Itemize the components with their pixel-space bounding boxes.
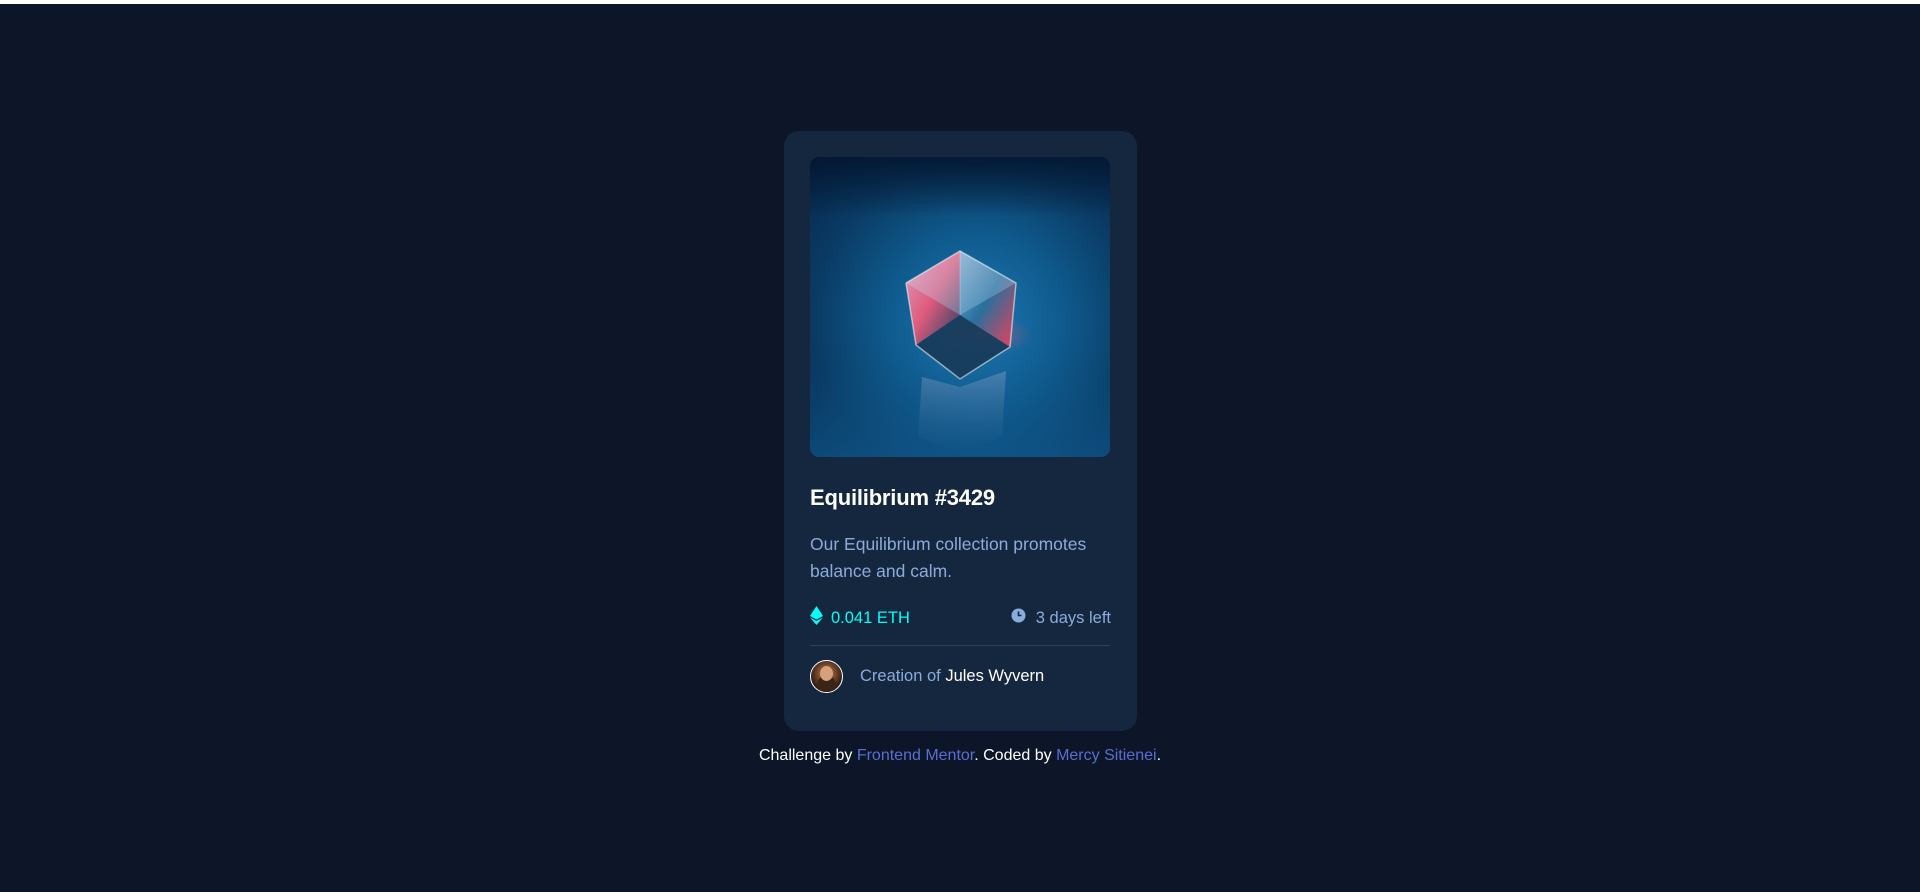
time-block: 3 days left: [1011, 608, 1111, 628]
top-border: [0, 0, 1920, 4]
nft-description: Our Equilibrium collection promotes bala…: [810, 534, 1087, 581]
price-value: 0.041 ETH: [831, 608, 910, 627]
nft-title[interactable]: Equilibrium #3429: [810, 485, 1111, 511]
creator-name[interactable]: Jules Wyvern: [945, 667, 1044, 685]
creator-text: Creation of Jules Wyvern: [860, 667, 1044, 686]
frontend-mentor-link[interactable]: Frontend Mentor: [857, 747, 974, 764]
author-link[interactable]: Mercy Sitienei: [1056, 747, 1156, 764]
avatar: [810, 660, 843, 693]
nft-card: Equilibrium #3429 Our Equilibrium collec…: [784, 131, 1137, 731]
stats-row: 0.041 ETH 3 days left: [810, 606, 1111, 630]
price-block: 0.041 ETH: [810, 606, 910, 630]
attribution-prefix: Challenge by: [758, 747, 853, 764]
cube-image: [905, 250, 1033, 453]
clock-icon: [1011, 608, 1026, 628]
time-left: 3 days left: [1035, 608, 1111, 627]
attribution: Challenge by Frontend Mentor. Coded by M…: [0, 747, 1920, 765]
creator-prefix: Creation of: [860, 667, 941, 685]
nft-image[interactable]: [810, 157, 1110, 457]
divider: [810, 645, 1110, 646]
attribution-middle: . Coded by: [974, 747, 1052, 764]
attribution-suffix: .: [1156, 747, 1162, 764]
creator-row: Creation of Jules Wyvern: [810, 660, 1111, 693]
ethereum-icon: [810, 606, 823, 630]
